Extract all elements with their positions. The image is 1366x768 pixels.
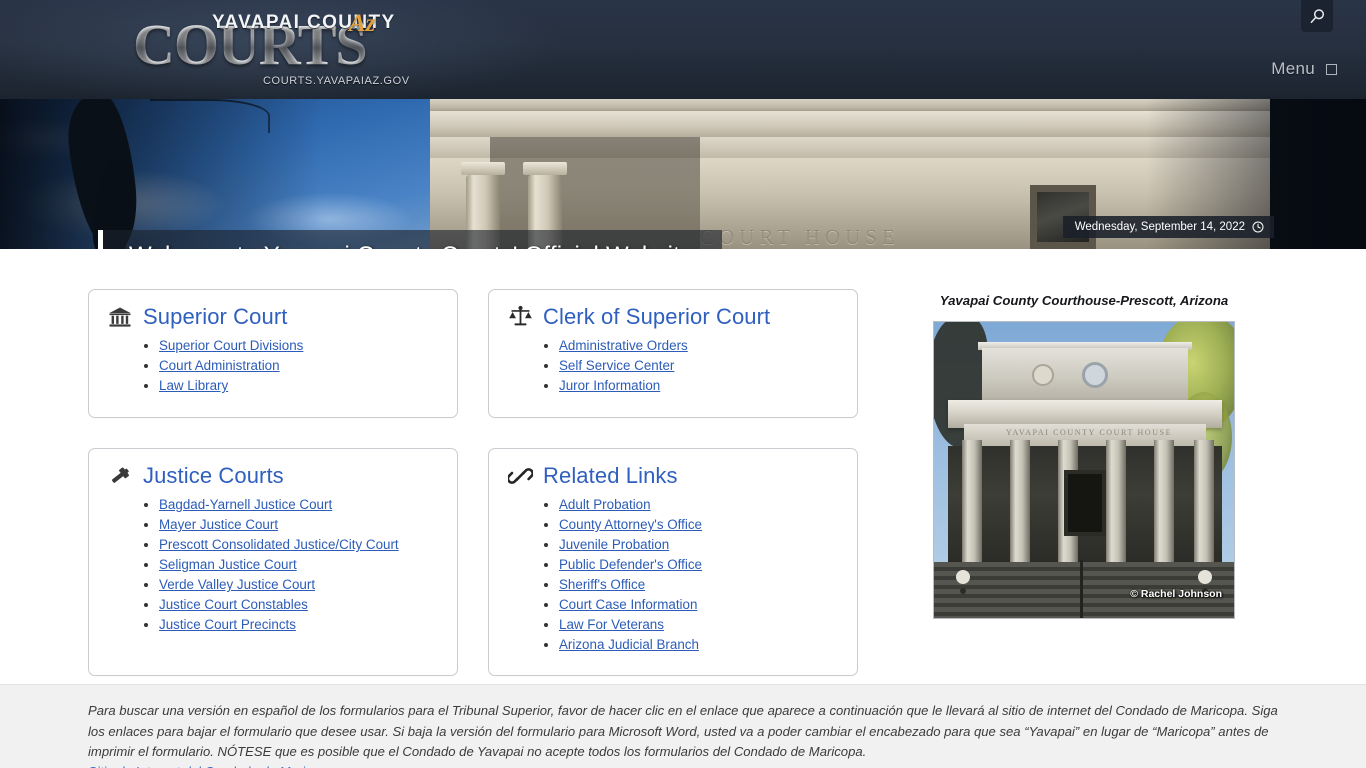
list-item: Self Service Center — [559, 356, 839, 376]
link-law-library[interactable]: Law Library — [159, 378, 228, 393]
link-justice-court-precincts[interactable]: Justice Court Precincts — [159, 617, 296, 632]
list-item: Juvenile Probation — [559, 535, 839, 555]
list-item: Sheriff's Office — [559, 575, 839, 595]
link-list-superior-court: Superior Court Divisions Court Administr… — [159, 336, 439, 396]
link-superior-court-divisions[interactable]: Superior Court Divisions — [159, 338, 303, 353]
bank-building-icon — [107, 304, 133, 330]
list-item: Prescott Consolidated Justice/City Court — [159, 535, 439, 555]
link-prescott-consolidated-justice-city-court[interactable]: Prescott Consolidated Justice/City Court — [159, 537, 399, 552]
main-content: Superior Court Superior Court Divisions … — [0, 249, 1366, 684]
clock-icon — [1252, 221, 1264, 233]
courthouse-photo: YAVAPAI COUNTY COURT HOUSE © Rachel John… — [933, 321, 1235, 619]
menu-label: Menu — [1271, 59, 1315, 78]
list-item: Court Case Information — [559, 595, 839, 615]
logo-az-text: Az — [349, 10, 376, 37]
date-badge: Wednesday, September 14, 2022 — [1062, 216, 1274, 238]
page-title: Welcome to Yavapai County Courts' Offici… — [129, 242, 694, 249]
link-court-case-information[interactable]: Court Case Information — [559, 597, 697, 612]
hero-banner: COURT HOUSE Welcome to Yavapai County Co… — [0, 99, 1366, 249]
link-law-for-veterans[interactable]: Law For Veterans — [559, 617, 664, 632]
list-item: Court Administration — [159, 356, 439, 376]
hero-building-engraving: COURT HOUSE — [700, 225, 900, 249]
photo-credit-watermark: © Rachel Johnson — [1130, 588, 1222, 600]
link-juror-information[interactable]: Juror Information — [559, 378, 660, 393]
sidebar-photo-section: Yavapai County Courthouse-Prescott, Ariz… — [878, 289, 1278, 676]
link-court-administration[interactable]: Court Administration — [159, 358, 280, 373]
list-item: Adult Probation — [559, 495, 839, 515]
date-badge-text: Wednesday, September 14, 2022 — [1074, 221, 1245, 233]
link-sheriffs-office[interactable]: Sheriff's Office — [559, 577, 645, 592]
scales-of-justice-icon — [507, 304, 533, 330]
link-public-defenders-office[interactable]: Public Defender's Office — [559, 557, 702, 572]
link-county-attorneys-office[interactable]: County Attorney's Office — [559, 517, 702, 532]
link-bagdad-yarnell-justice-court[interactable]: Bagdad-Yarnell Justice Court — [159, 497, 332, 512]
link-list-justice-courts: Bagdad-Yarnell Justice Court Mayer Justi… — [159, 495, 439, 635]
square-menu-icon — [1326, 63, 1337, 75]
spanish-forms-notice: Para buscar una versión en español de lo… — [0, 684, 1366, 768]
card-title-related-links: Related Links — [543, 463, 678, 488]
card-title-clerk: Clerk of Superior Court — [543, 304, 771, 329]
list-item: Mayer Justice Court — [159, 515, 439, 535]
link-justice-court-constables[interactable]: Justice Court Constables — [159, 597, 308, 612]
list-item: County Attorney's Office — [559, 515, 839, 535]
list-item: Arizona Judicial Branch — [559, 635, 839, 655]
photo-caption: Yavapai County Courthouse-Prescott, Ariz… — [939, 293, 1229, 308]
list-item: Justice Court Precincts — [159, 615, 439, 635]
card-superior-court: Superior Court Superior Court Divisions … — [88, 289, 458, 418]
link-adult-probation[interactable]: Adult Probation — [559, 497, 651, 512]
link-sitio-de-internet-condado-maricopa[interactable]: Sitio de Internet del Condado de Maricop… — [88, 764, 1278, 768]
link-mayer-justice-court[interactable]: Mayer Justice Court — [159, 517, 278, 532]
gavel-icon — [107, 463, 133, 489]
link-list-related-links: Adult Probation County Attorney's Office… — [559, 495, 839, 655]
list-item: Seligman Justice Court — [159, 555, 439, 575]
card-justice-courts: Justice Courts Bagdad-Yarnell Justice Co… — [88, 448, 458, 676]
hero-branch-silhouette — [150, 99, 270, 133]
list-item: Public Defender's Office — [559, 555, 839, 575]
list-item: Bagdad-Yarnell Justice Court — [159, 495, 439, 515]
list-item: Law Library — [159, 376, 439, 396]
photo-building-engraving: YAVAPAI COUNTY COURT HOUSE — [1006, 428, 1173, 437]
link-list-clerk: Administrative Orders Self Service Cente… — [559, 336, 839, 396]
list-item: Law For Veterans — [559, 615, 839, 635]
link-arizona-judicial-branch[interactable]: Arizona Judicial Branch — [559, 637, 699, 652]
search-icon — [1309, 8, 1326, 25]
card-clerk-of-superior-court: Clerk of Superior Court Administrative O… — [488, 289, 858, 418]
menu-toggle-button[interactable]: Menu — [1271, 59, 1337, 79]
list-item: Verde Valley Justice Court — [159, 575, 439, 595]
link-verde-valley-justice-court[interactable]: Verde Valley Justice Court — [159, 577, 315, 592]
link-self-service-center[interactable]: Self Service Center — [559, 358, 674, 373]
hero-title-banner: Welcome to Yavapai County Courts' Offici… — [98, 230, 722, 249]
notice-paragraph: Para buscar una versión en español de lo… — [88, 703, 1278, 759]
list-item: Juror Information — [559, 376, 839, 396]
list-item: Superior Court Divisions — [159, 336, 439, 356]
link-chain-icon — [507, 463, 533, 489]
site-logo[interactable]: COURTS YAVAPAI COUNTY Az COURTS.YAVAPAIA… — [133, 6, 409, 94]
card-related-links: Related Links Adult Probation County Att… — [488, 448, 858, 676]
card-title-superior-court: Superior Court — [143, 304, 288, 329]
card-title-justice-courts: Justice Courts — [143, 463, 284, 488]
link-administrative-orders[interactable]: Administrative Orders — [559, 338, 688, 353]
logo-subtitle-url: COURTS.YAVAPAIAZ.GOV — [263, 75, 410, 87]
search-button[interactable] — [1301, 0, 1333, 32]
link-juvenile-probation[interactable]: Juvenile Probation — [559, 537, 669, 552]
link-seligman-justice-court[interactable]: Seligman Justice Court — [159, 557, 297, 572]
site-header: COURTS YAVAPAI COUNTY Az COURTS.YAVAPAIA… — [0, 0, 1366, 99]
list-item: Administrative Orders — [559, 336, 839, 356]
list-item: Justice Court Constables — [159, 595, 439, 615]
link-cards-grid: Superior Court Superior Court Divisions … — [88, 289, 878, 676]
